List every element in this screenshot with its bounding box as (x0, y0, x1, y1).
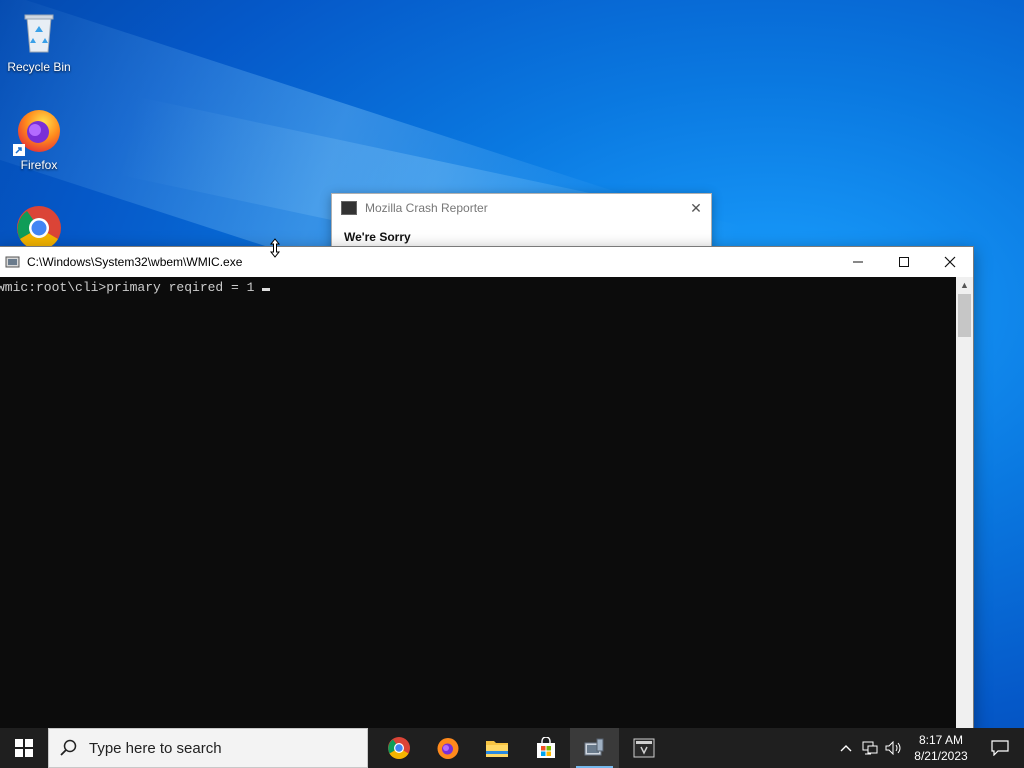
chevron-up-icon[interactable] (834, 744, 858, 752)
start-button[interactable] (0, 728, 48, 768)
desktop-icon-label: Recycle Bin (7, 60, 71, 74)
desktop-icon-firefox[interactable]: Firefox (1, 106, 77, 172)
taskbar-apps (374, 728, 668, 768)
console-titlebar[interactable]: C:\Windows\System32\wbem\WMIC.exe (0, 247, 973, 277)
wmic-console-window[interactable]: C:\Windows\System32\wbem\WMIC.exe wmic:r… (0, 246, 974, 734)
taskbar-app-chrome[interactable] (374, 728, 423, 768)
taskbar-app-firefox[interactable] (423, 728, 472, 768)
console-scrollbar[interactable]: ▲ (956, 277, 973, 733)
search-placeholder: Type here to search (89, 739, 222, 757)
console-line: wmic:root\cli>primary reqired = 1 (0, 280, 271, 295)
notification-icon (991, 740, 1009, 756)
scrollbar-thumb[interactable] (958, 294, 971, 337)
chrome-icon (387, 737, 410, 759)
taskbar-app-wmic[interactable] (570, 728, 619, 768)
wmic-icon (584, 738, 603, 756)
taskbar-app-file-explorer[interactable] (472, 728, 521, 768)
wmic-icon (5, 256, 20, 268)
maximize-button[interactable] (881, 247, 927, 277)
recycle-bin-icon (15, 8, 63, 56)
resize-cursor-icon (269, 238, 281, 258)
console-command-text: wmic:root\cli>primary reqired = 1 (0, 280, 255, 295)
minimize-button[interactable] (835, 247, 881, 277)
crash-reporter-icon (633, 738, 654, 758)
taskbar-app-microsoft-store[interactable] (521, 728, 570, 768)
crash-reporter-app-icon (341, 201, 357, 215)
crash-reporter-title: Mozilla Crash Reporter (365, 201, 488, 215)
desktop-icon-recycle-bin[interactable]: Recycle Bin (1, 8, 77, 74)
taskbar: Type here to search 8:17 AM 8/21/2023 (0, 728, 1024, 768)
desktop-icon-label: Firefox (20, 158, 58, 172)
minimize-icon (853, 261, 863, 263)
firefox-icon (437, 738, 458, 759)
taskbar-clock[interactable]: 8:17 AM 8/21/2023 (906, 732, 976, 764)
text-cursor (262, 288, 271, 291)
clock-date: 8/21/2023 (914, 749, 968, 763)
network-icon[interactable] (858, 741, 882, 755)
chrome-icon (15, 204, 63, 252)
console-screen[interactable]: wmic:root\cli>primary reqired = 1 (0, 277, 956, 733)
microsoft-store-icon (536, 737, 555, 758)
volume-icon[interactable] (882, 741, 906, 755)
action-center-button[interactable] (976, 740, 1024, 756)
scroll-up-icon[interactable]: ▲ (956, 277, 973, 293)
taskbar-app-crash-reporter[interactable] (619, 728, 668, 768)
close-icon[interactable]: ✕ (681, 200, 711, 217)
windows-logo-icon (15, 739, 33, 757)
search-icon (49, 739, 89, 757)
file-explorer-icon (485, 741, 508, 757)
shortcut-arrow-icon (13, 144, 25, 156)
firefox-icon (13, 106, 63, 156)
console-title: C:\Windows\System32\wbem\WMIC.exe (27, 255, 243, 269)
close-icon (944, 256, 956, 268)
system-tray: 8:17 AM 8/21/2023 (834, 728, 1024, 768)
maximize-icon (899, 257, 909, 267)
crash-reporter-titlebar[interactable]: Mozilla Crash Reporter ✕ (332, 194, 711, 222)
taskbar-search-box[interactable]: Type here to search (48, 728, 368, 768)
clock-time: 8:17 AM (918, 733, 964, 747)
close-button[interactable] (927, 247, 973, 277)
